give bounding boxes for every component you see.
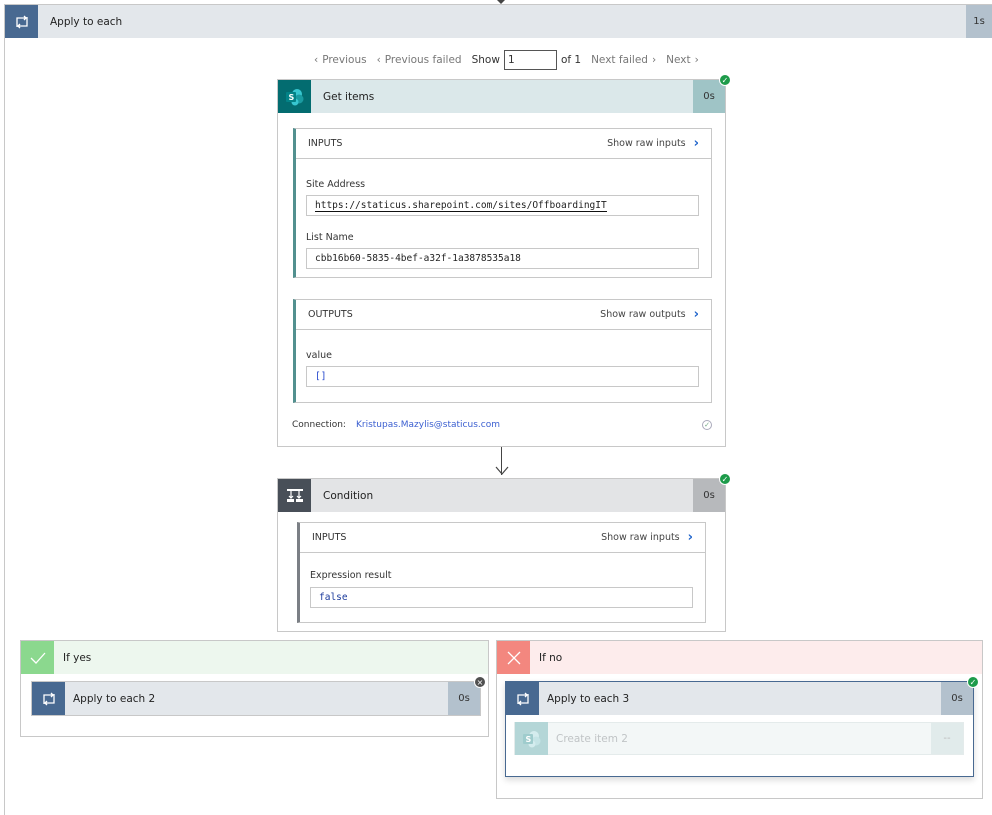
- x-icon: [497, 641, 530, 674]
- next-failed-button[interactable]: Next failed ›: [591, 54, 656, 66]
- success-check-icon: ✓: [719, 473, 731, 485]
- inputs-label: INPUTS: [312, 532, 347, 543]
- previous-failed-button[interactable]: ‹ Previous failed: [377, 54, 462, 66]
- condition-icon: [278, 479, 311, 512]
- apply-to-each-2-card[interactable]: Apply to each 2 0s ×: [31, 676, 486, 716]
- condition-card: Condition 0s ✓ INPUTS Show raw inputs › E…: [277, 473, 731, 632]
- svg-text:S: S: [525, 735, 531, 744]
- site-address-label: Site Address: [306, 179, 366, 190]
- apply-to-each-2-duration: 0s: [448, 682, 480, 715]
- site-address-value[interactable]: https://staticus.sharepoint.com/sites/Of…: [306, 195, 699, 216]
- next-button[interactable]: Next ›: [666, 54, 699, 66]
- apply-to-each-duration: 1s: [966, 5, 992, 38]
- chevron-left-icon: ‹: [376, 54, 381, 66]
- condition-title: Condition: [323, 489, 374, 502]
- expression-result-label: Expression result: [310, 570, 392, 581]
- if-no-header[interactable]: If no: [497, 641, 982, 674]
- loop-icon: [506, 682, 539, 715]
- chevron-right-icon: ›: [693, 136, 699, 151]
- condition-inputs-section: INPUTS Show raw inputs › Expression resul…: [297, 522, 706, 623]
- inputs-header: INPUTS Show raw inputs ›: [296, 129, 711, 159]
- arrow-head-icon: [495, 466, 509, 475]
- next-failed-label: Next failed: [591, 54, 648, 66]
- chevron-right-icon: ›: [694, 54, 699, 66]
- chevron-right-icon: ›: [687, 530, 693, 545]
- connection-ok-icon: ✓: [702, 420, 712, 430]
- apply-to-each-2-title: Apply to each 2: [73, 692, 156, 705]
- loop-icon: [32, 682, 65, 715]
- value-label: value: [306, 350, 332, 361]
- if-yes-branch: If yes Apply to each 2 0s ×: [20, 640, 489, 737]
- get-items-header[interactable]: S Get items 0s: [278, 80, 725, 113]
- show-raw-inputs-link[interactable]: Show raw inputs ›: [607, 136, 699, 151]
- show-raw-inputs-label: Show raw inputs: [601, 532, 680, 543]
- list-name-value: cbb16b60-5835-4bef-a32f-1a3878535a18: [306, 248, 699, 269]
- apply-to-each-3-title: Apply to each 3: [547, 692, 630, 705]
- condition-duration: 0s: [693, 479, 725, 512]
- if-no-title: If no: [539, 651, 563, 664]
- if-yes-title: If yes: [63, 651, 92, 664]
- apply-to-each-title: Apply to each: [50, 15, 123, 28]
- if-no-branch: If no Apply to each 3 0s ✓ S Create item…: [496, 640, 983, 799]
- show-raw-inputs-link[interactable]: Show raw inputs ›: [601, 530, 693, 545]
- show-label: Show: [471, 54, 500, 66]
- apply-to-each-3-duration: 0s: [941, 682, 973, 715]
- show-raw-inputs-label: Show raw inputs: [607, 138, 686, 149]
- previous-label: Previous: [322, 54, 367, 66]
- sharepoint-icon: S: [278, 80, 311, 113]
- get-items-duration: 0s: [693, 80, 725, 113]
- sharepoint-icon: S: [515, 722, 548, 755]
- chevron-right-icon: ›: [651, 54, 657, 66]
- iteration-total: of 1: [560, 54, 582, 66]
- skipped-x-icon: ×: [474, 676, 486, 688]
- connection-label: Connection:: [292, 420, 346, 430]
- get-items-card: S Get items 0s ✓ INPUTS Show raw inputs ›…: [277, 74, 731, 447]
- condition-header[interactable]: Condition 0s: [278, 479, 725, 512]
- apply-to-each-header[interactable]: Apply to each 1s: [5, 5, 992, 38]
- connection-row: Connection: Kristupas.Mazylis@staticus.c…: [292, 420, 712, 430]
- previous-failed-label: Previous failed: [384, 54, 462, 66]
- outputs-label: OUTPUTS: [308, 309, 353, 320]
- next-label: Next: [666, 54, 691, 66]
- check-icon: [21, 641, 54, 674]
- site-address-link[interactable]: https://staticus.sharepoint.com/sites/Of…: [315, 200, 607, 212]
- loop-icon: [5, 5, 38, 38]
- svg-text:S: S: [288, 93, 294, 102]
- create-item-2-title: Create item 2: [556, 732, 628, 745]
- apply-to-each-3-header[interactable]: Apply to each 3 0s: [506, 682, 973, 715]
- show-raw-outputs-label: Show raw outputs: [600, 309, 686, 320]
- chevron-left-icon: ‹: [314, 54, 319, 66]
- inputs-header: INPUTS Show raw inputs ›: [300, 523, 705, 553]
- get-items-title: Get items: [323, 90, 375, 103]
- inputs-label: INPUTS: [308, 138, 343, 149]
- success-check-icon: ✓: [719, 74, 731, 86]
- create-item-2-card[interactable]: S Create item 2 --: [514, 722, 964, 755]
- iteration-pager: ‹Previous ‹Previous failed Show of 1 Nex…: [314, 50, 705, 70]
- show-raw-outputs-link[interactable]: Show raw outputs ›: [600, 307, 699, 322]
- create-item-2-duration: --: [931, 723, 963, 754]
- expression-result-value: false: [310, 587, 693, 608]
- list-name-label: List Name: [306, 232, 354, 243]
- get-items-inputs-section: INPUTS Show raw inputs › Site Address htt…: [293, 128, 712, 278]
- value-output: []: [306, 366, 699, 387]
- if-yes-header[interactable]: If yes: [21, 641, 488, 674]
- previous-button[interactable]: ‹ Previous: [314, 54, 367, 66]
- success-check-icon: ✓: [967, 676, 979, 688]
- outputs-header: OUTPUTS Show raw outputs ›: [296, 300, 711, 330]
- iteration-input[interactable]: [503, 50, 557, 70]
- get-items-outputs-section: OUTPUTS Show raw outputs › value []: [293, 299, 712, 403]
- apply-to-each-3-card[interactable]: Apply to each 3 0s ✓ S Create item 2 --: [505, 676, 979, 777]
- connection-account-link[interactable]: Kristupas.Mazylis@staticus.com: [356, 420, 702, 430]
- chevron-right-icon: ›: [693, 307, 699, 322]
- apply-to-each-2-header[interactable]: Apply to each 2 0s: [32, 682, 480, 715]
